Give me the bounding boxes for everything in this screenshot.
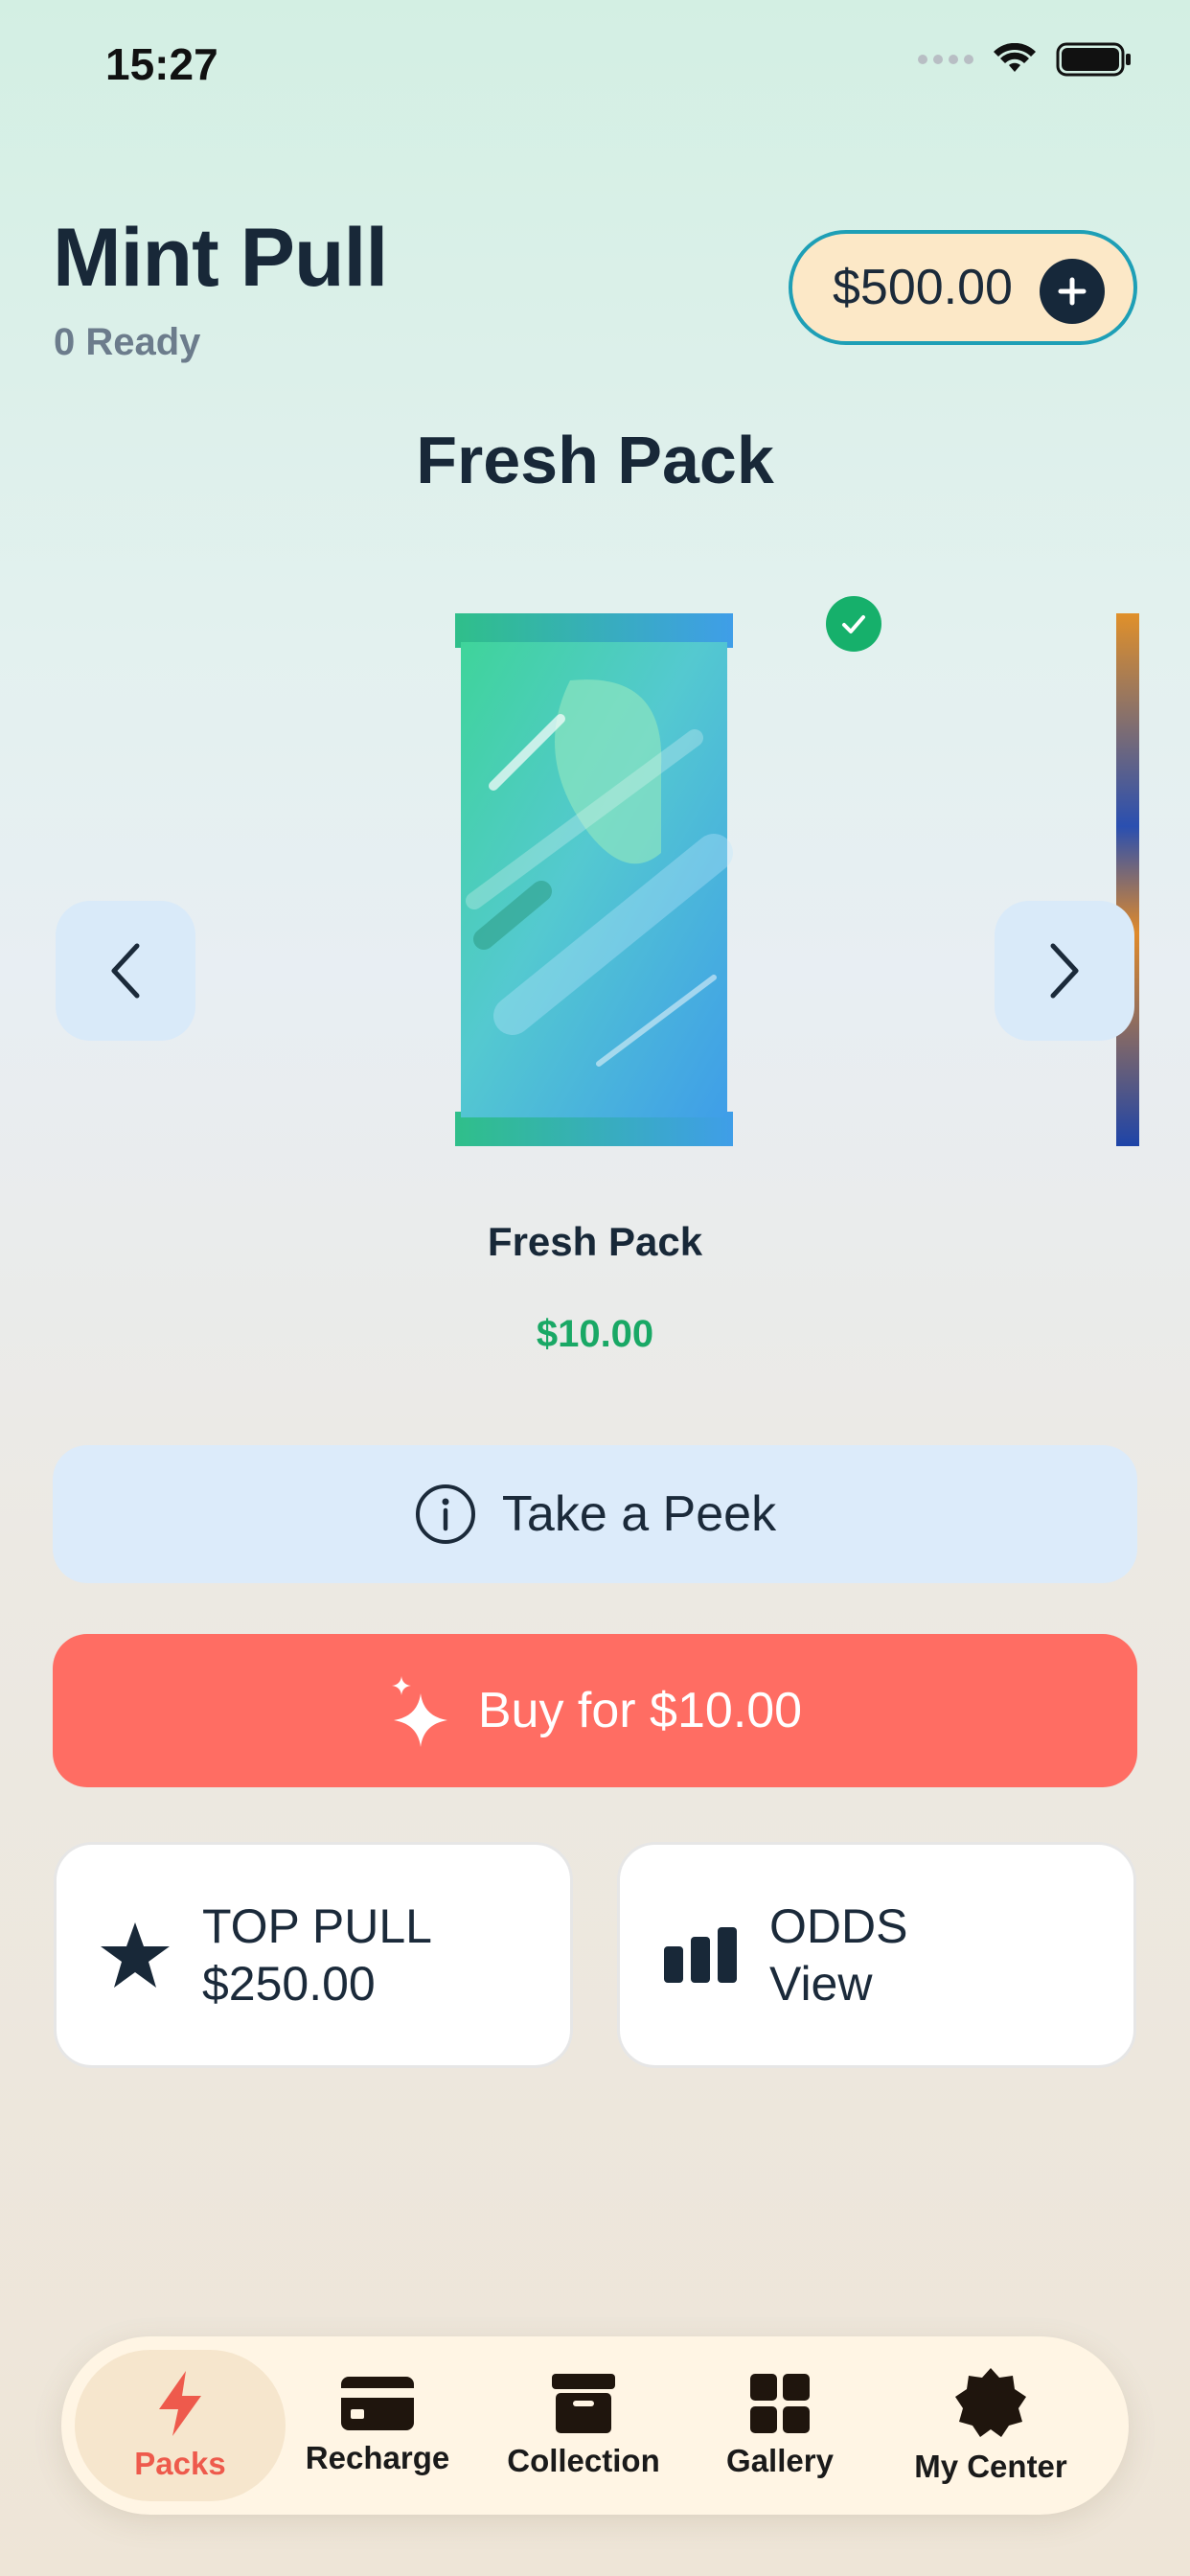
tab-gallery[interactable]: Gallery (703, 2350, 857, 2501)
info-icon (415, 1484, 475, 1544)
bar-chart-icon (664, 1927, 737, 1983)
ready-count: 0 Ready (54, 321, 201, 363)
bolt-icon (159, 2371, 201, 2436)
top-pull-card[interactable]: TOP PULL $250.00 (54, 1842, 573, 2068)
battery-icon (1056, 42, 1131, 77)
badge-icon (955, 2368, 1026, 2437)
previous-pack-button[interactable] (56, 901, 195, 1041)
section-title: Fresh Pack (416, 423, 774, 497)
status-time: 15:27 (105, 39, 218, 89)
top-pull-value: $250.00 (202, 1957, 376, 2011)
chevron-left-icon (111, 943, 140, 999)
selected-check-icon (826, 596, 881, 652)
tab-bar: Packs Recharge Collection Gallery My Cen… (61, 2336, 1129, 2515)
sparkles-icon (391, 1676, 447, 1747)
card-icon (341, 2377, 414, 2430)
odds-card[interactable]: ODDS View (617, 1842, 1136, 2068)
odds-title: ODDS (769, 1899, 908, 1953)
balance-amount: $500.00 (833, 260, 1013, 315)
odds-value: View (769, 1957, 873, 2011)
tab-label-recharge: Recharge (305, 2440, 450, 2475)
buy-label: Buy for $10.00 (477, 1683, 803, 1738)
grid-icon (750, 2374, 810, 2433)
take-a-peek-button[interactable]: Take a Peek (53, 1445, 1137, 1583)
chevron-right-icon (1050, 943, 1079, 999)
wifi-icon (994, 43, 1036, 72)
pack-price: $10.00 (536, 1313, 654, 1355)
tab-label-packs: Packs (134, 2446, 226, 2481)
signal-icon (918, 55, 973, 64)
pack-image[interactable] (455, 613, 733, 1146)
tab-collection[interactable]: Collection (492, 2350, 675, 2501)
peek-label: Take a Peek (501, 1486, 777, 1542)
tab-recharge[interactable]: Recharge (291, 2350, 464, 2501)
next-pack-button[interactable] (995, 901, 1134, 1041)
buy-button[interactable]: Buy for $10.00 (53, 1634, 1137, 1787)
tab-packs[interactable]: Packs (75, 2350, 286, 2501)
tab-label-gallery: Gallery (726, 2443, 834, 2478)
top-pull-title: TOP PULL (202, 1899, 432, 1953)
next-pack-preview[interactable] (1116, 613, 1139, 1146)
plus-icon (1040, 259, 1105, 324)
box-icon (552, 2374, 615, 2433)
tab-label-my-center: My Center (914, 2449, 1067, 2484)
app-title: Mint Pull (53, 212, 388, 304)
star-icon (101, 1922, 170, 1988)
pack-name: Fresh Pack (487, 1219, 703, 1264)
tab-label-collection: Collection (507, 2443, 660, 2478)
balance-button[interactable]: $500.00 (789, 230, 1137, 345)
tab-my-center[interactable]: My Center (885, 2350, 1096, 2501)
status-icons (918, 42, 1133, 77)
